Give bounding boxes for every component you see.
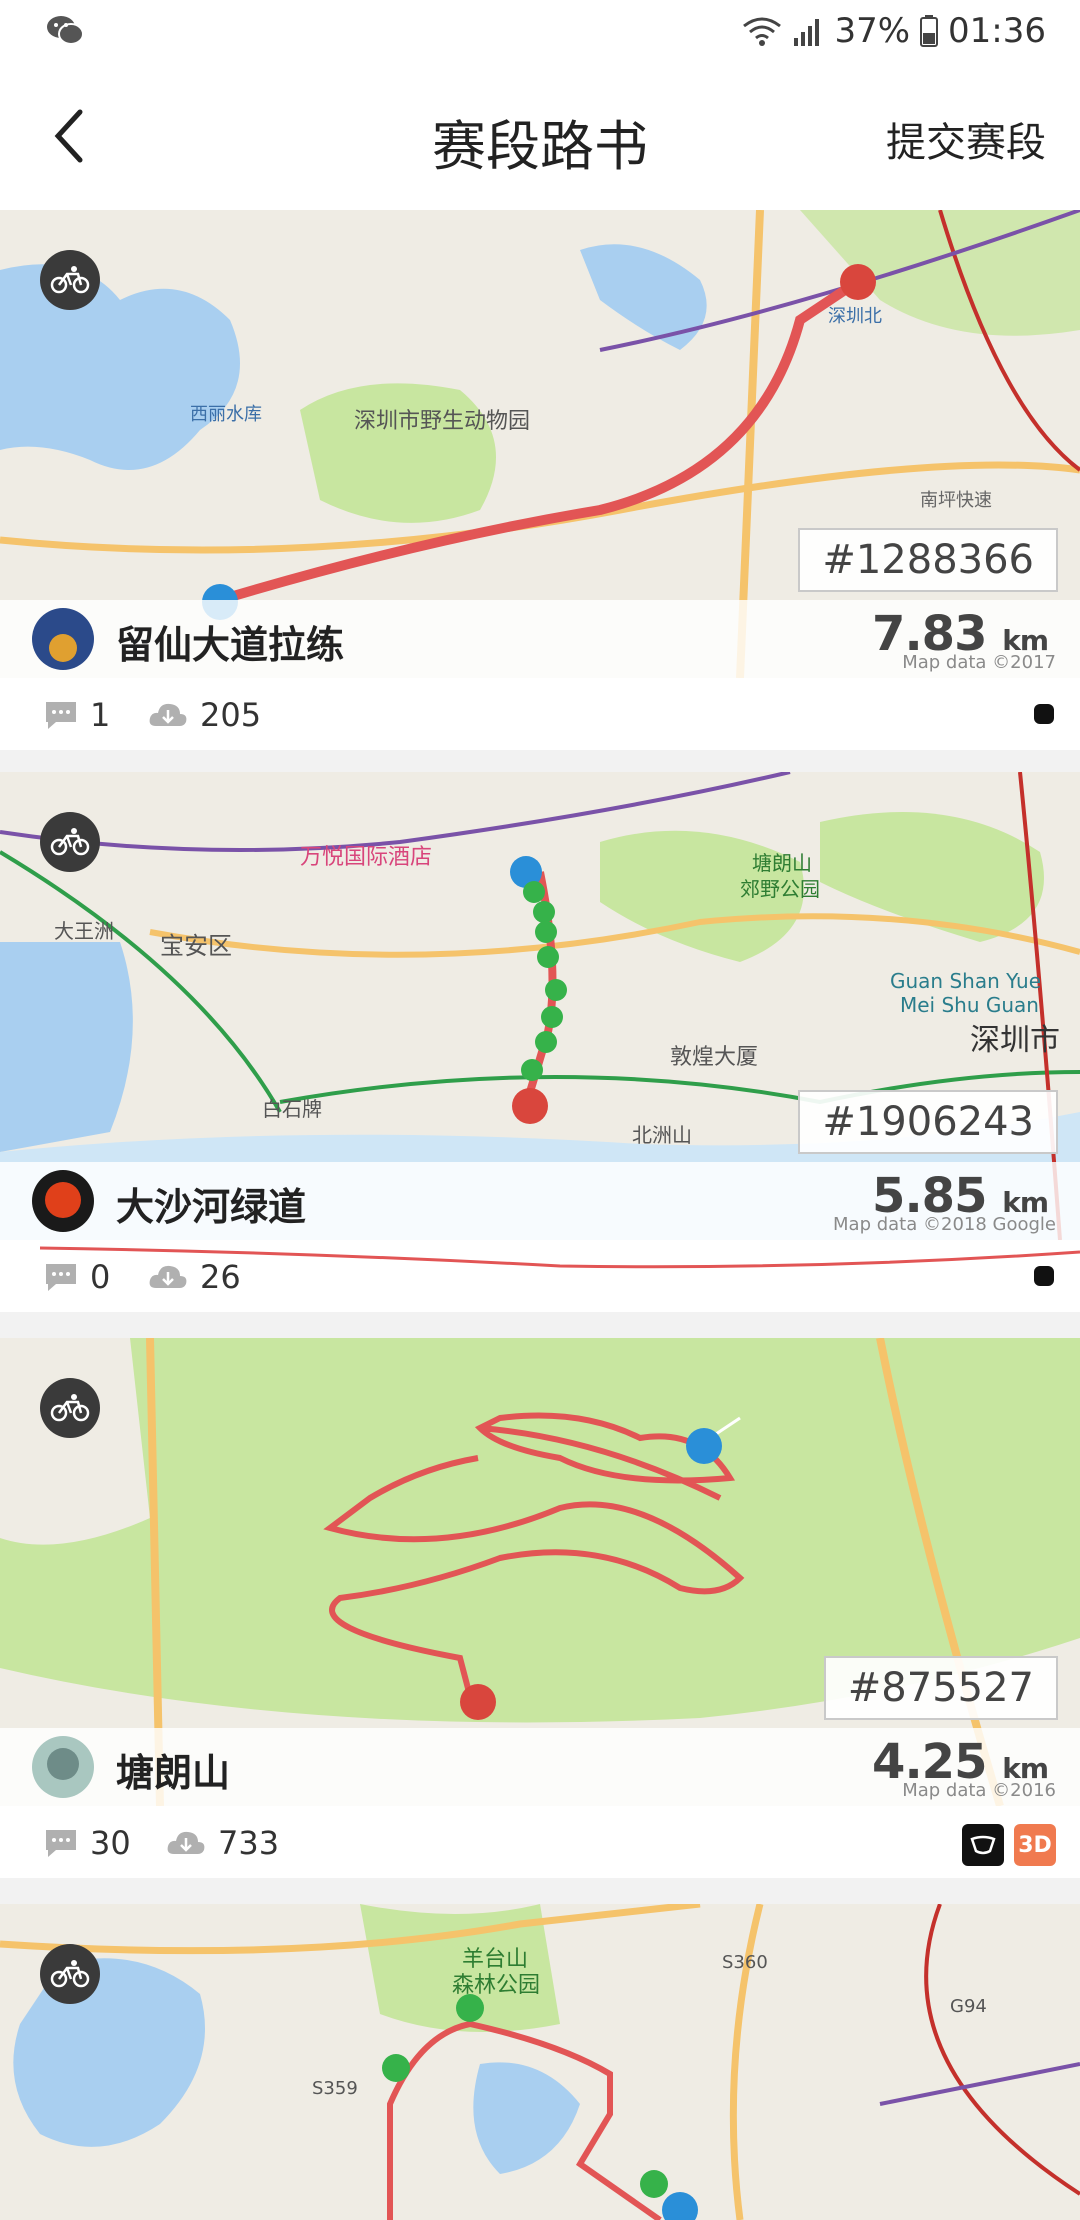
svg-text:白石牌: 白石牌 xyxy=(262,1097,322,1121)
map-attribution: Map data ©2018 Google xyxy=(833,1214,1056,1235)
battery-icon xyxy=(920,15,939,47)
svg-text:Mei Shu Guan: Mei Shu Guan xyxy=(900,993,1039,1017)
clock: 01:36 xyxy=(948,11,1046,51)
battery-percent: 37% xyxy=(834,11,911,51)
comment-count: 0 xyxy=(44,1258,110,1296)
svg-text:万悦国际酒店: 万悦国际酒店 xyxy=(300,845,432,870)
signal-icon xyxy=(794,19,820,46)
bike-icon xyxy=(40,812,100,872)
segment-stats: 30 733 3D xyxy=(0,1806,1080,1878)
segment-id-badge: #1906243 xyxy=(798,1090,1058,1154)
download-count: 205 xyxy=(148,696,261,734)
svg-text:S359: S359 xyxy=(312,2078,358,2099)
cloud-download-icon xyxy=(167,1831,205,1854)
submit-segment-button[interactable]: 提交赛段 xyxy=(886,110,1046,168)
segment-map[interactable]: 羊台山 森林公园 S360 G94 S359 xyxy=(0,1904,1080,2220)
svg-text:Guan Shan Yue: Guan Shan Yue xyxy=(890,969,1041,993)
segment-map[interactable]: 深圳市野生动物园 西丽水库 南坪快速 深圳北 #1288366 留仙大道拉练 7… xyxy=(0,210,1080,678)
segment-map[interactable]: 万悦国际酒店 宝安区 大王洲 塘朗山 郊野公园 敦煌大厦 北洲山 深圳市 Gua… xyxy=(0,772,1080,1240)
svg-text:S360: S360 xyxy=(722,1952,768,1973)
bike-icon xyxy=(40,1944,100,2004)
download-count: 733 xyxy=(166,1824,279,1862)
segment-id-badge: #1288366 xyxy=(798,528,1058,592)
svg-text:北洲山: 北洲山 xyxy=(632,1123,692,1147)
segment-card[interactable]: 羊台山 森林公园 S360 G94 S359 xyxy=(0,1904,1080,2220)
cloud-download-icon xyxy=(149,1265,187,1288)
svg-text:羊台山: 羊台山 xyxy=(462,1947,528,1972)
svg-text:深圳市: 深圳市 xyxy=(970,1023,1060,1058)
segment-name: 大沙河绿道 xyxy=(116,1185,307,1229)
segment-card[interactable]: 深圳市野生动物园 西丽水库 南坪快速 深圳北 #1288366 留仙大道拉练 7… xyxy=(0,210,1080,750)
svg-text:敦煌大厦: 敦煌大厦 xyxy=(670,1045,758,1070)
comment-count: 1 xyxy=(44,696,110,734)
wechat-icon xyxy=(47,16,84,45)
route-tag-icon xyxy=(1034,704,1054,724)
avatar xyxy=(32,1736,94,1798)
svg-text:塘朗山: 塘朗山 xyxy=(752,851,812,875)
comment-icon xyxy=(46,702,76,729)
svg-text:深圳市野生动物园: 深圳市野生动物园 xyxy=(354,409,530,434)
comment-count: 30 xyxy=(44,1824,131,1862)
wifi-icon xyxy=(743,17,782,46)
segment-name: 留仙大道拉练 xyxy=(116,623,345,667)
map-attribution: Map data ©2017 xyxy=(902,652,1056,673)
bike-icon xyxy=(40,250,100,310)
status-bar: 37% 01:36 xyxy=(0,0,1080,62)
3d-tag: 3D xyxy=(1014,1824,1056,1866)
route-tag-icon xyxy=(1034,1266,1054,1286)
svg-text:宝安区: 宝安区 xyxy=(160,932,232,960)
nav-bar: 赛段路书 提交赛段 xyxy=(0,62,1080,210)
map-attribution: Map data ©2016 xyxy=(902,1780,1056,1801)
svg-text:森林公园: 森林公园 xyxy=(452,1973,540,1998)
avatar xyxy=(32,1170,94,1232)
comment-icon xyxy=(46,1264,76,1291)
svg-text:深圳北: 深圳北 xyxy=(828,306,882,327)
segment-map[interactable]: #875527 塘朗山 4.25 km Map data ©2016 xyxy=(0,1338,1080,1806)
segment-stats: 1 205 xyxy=(0,678,1080,750)
svg-text:郊野公园: 郊野公园 xyxy=(740,877,820,901)
download-count: 26 xyxy=(148,1258,241,1296)
avatar xyxy=(32,608,94,670)
segment-card[interactable]: 万悦国际酒店 宝安区 大王洲 塘朗山 郊野公园 敦煌大厦 北洲山 深圳市 Gua… xyxy=(0,772,1080,1312)
segment-name: 塘朗山 xyxy=(116,1751,231,1795)
route-tag-icon xyxy=(962,1824,1004,1866)
svg-text:G94: G94 xyxy=(950,1996,987,2017)
comment-icon xyxy=(46,1830,76,1857)
segment-card[interactable]: #875527 塘朗山 4.25 km Map data ©2016 30 73… xyxy=(0,1338,1080,1878)
bike-icon xyxy=(40,1378,100,1438)
svg-text:南坪快速: 南坪快速 xyxy=(920,490,992,511)
segment-stats: 0 26 xyxy=(0,1240,1080,1312)
segment-id-badge: #875527 xyxy=(823,1656,1058,1720)
svg-text:大王洲: 大王洲 xyxy=(54,919,114,943)
cloud-download-icon xyxy=(149,703,187,726)
svg-text:西丽水库: 西丽水库 xyxy=(190,404,262,425)
